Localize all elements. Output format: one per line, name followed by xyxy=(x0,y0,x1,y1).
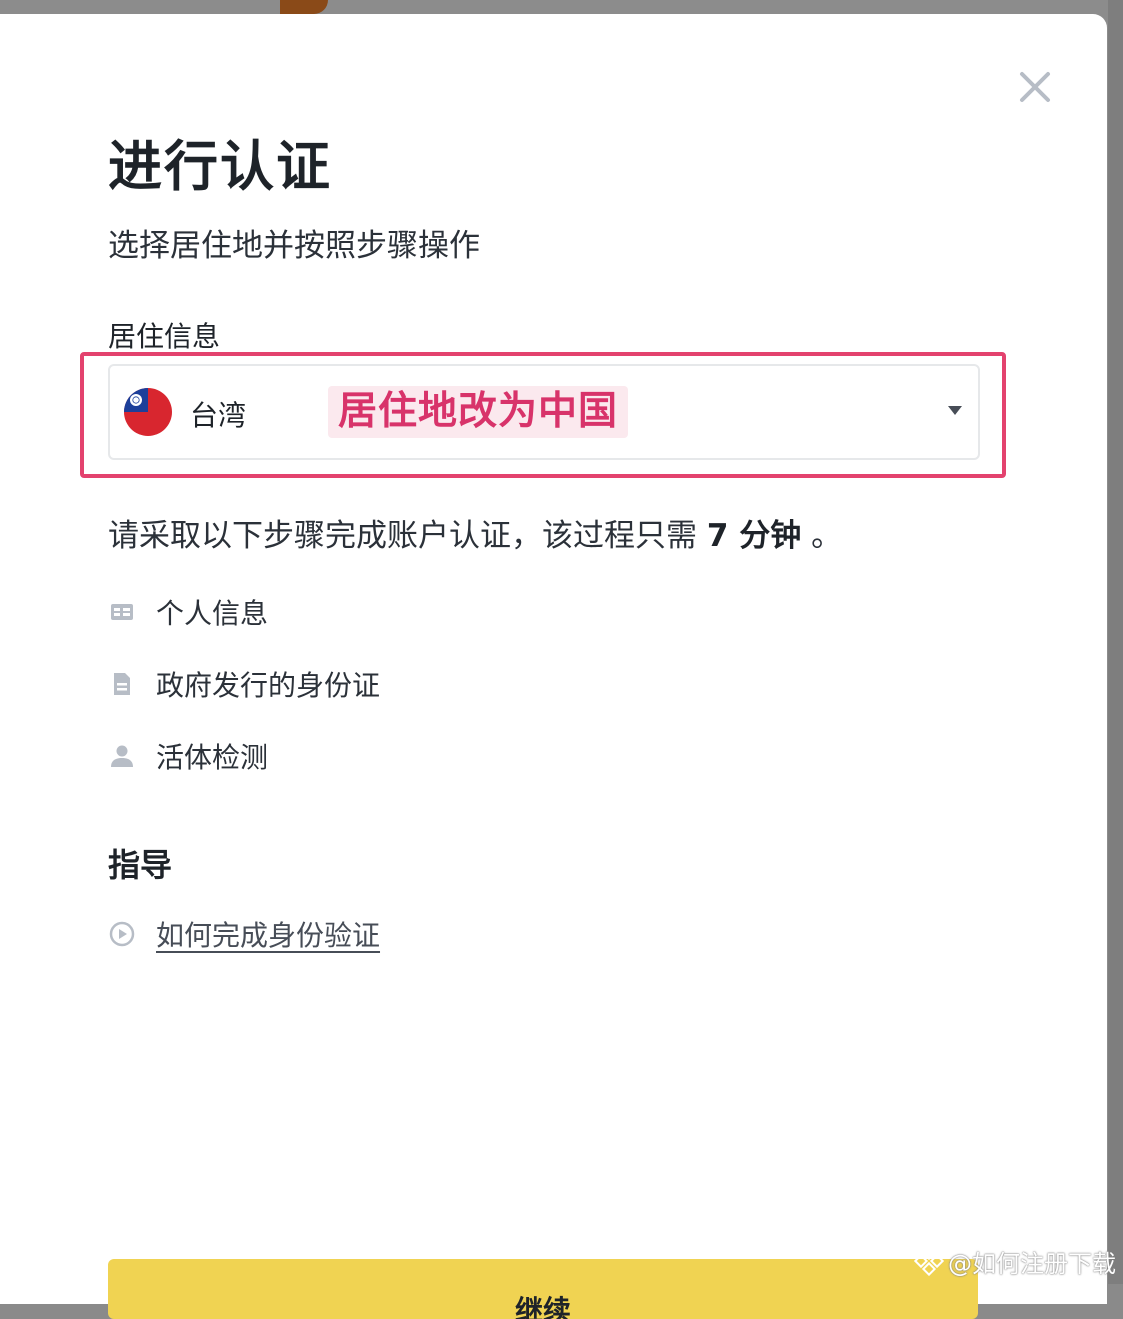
residence-label: 居住信息 xyxy=(108,320,221,353)
guide-section-title: 指导 xyxy=(108,846,173,884)
close-icon xyxy=(1020,72,1050,102)
instruction-duration: 7 分钟 xyxy=(706,518,802,554)
id-card-icon xyxy=(111,604,133,620)
page-subtitle: 选择居住地并按照步骤操作 xyxy=(108,228,480,264)
document-icon xyxy=(114,673,130,695)
play-circle-icon xyxy=(109,921,135,947)
step-label: 活体检测 xyxy=(156,741,269,774)
person-icon xyxy=(111,745,133,767)
binance-logo-icon xyxy=(914,1246,944,1276)
continue-button-label: 继续 xyxy=(514,1294,571,1319)
instruction-suffix: 。 xyxy=(811,518,843,554)
verification-modal: 进行认证 选择居住地并按照步骤操作 居住信息 台湾 居住地改为中国 请采取以下步… xyxy=(0,14,1107,1319)
guide-link-label: 如何完成身份验证 xyxy=(156,919,381,952)
watermark-text: @如何注册下载 xyxy=(948,1250,1116,1278)
close-button[interactable] xyxy=(1010,62,1060,112)
instruction-prefix: 请采取以下步骤完成账户认证，该过程只需 xyxy=(108,518,697,554)
annotation-highlight-box xyxy=(80,352,1006,478)
instruction-text: 请采取以下步骤完成账户认证，该过程只需 7 分钟 。 xyxy=(108,510,842,555)
step-label: 政府发行的身份证 xyxy=(156,669,381,702)
backdrop-scroll-edge xyxy=(1108,0,1123,1284)
step-label: 个人信息 xyxy=(156,597,269,630)
continue-button[interactable]: 继续 xyxy=(108,1259,978,1319)
backdrop-accent xyxy=(280,0,328,14)
page-title: 进行认证 xyxy=(108,135,332,198)
